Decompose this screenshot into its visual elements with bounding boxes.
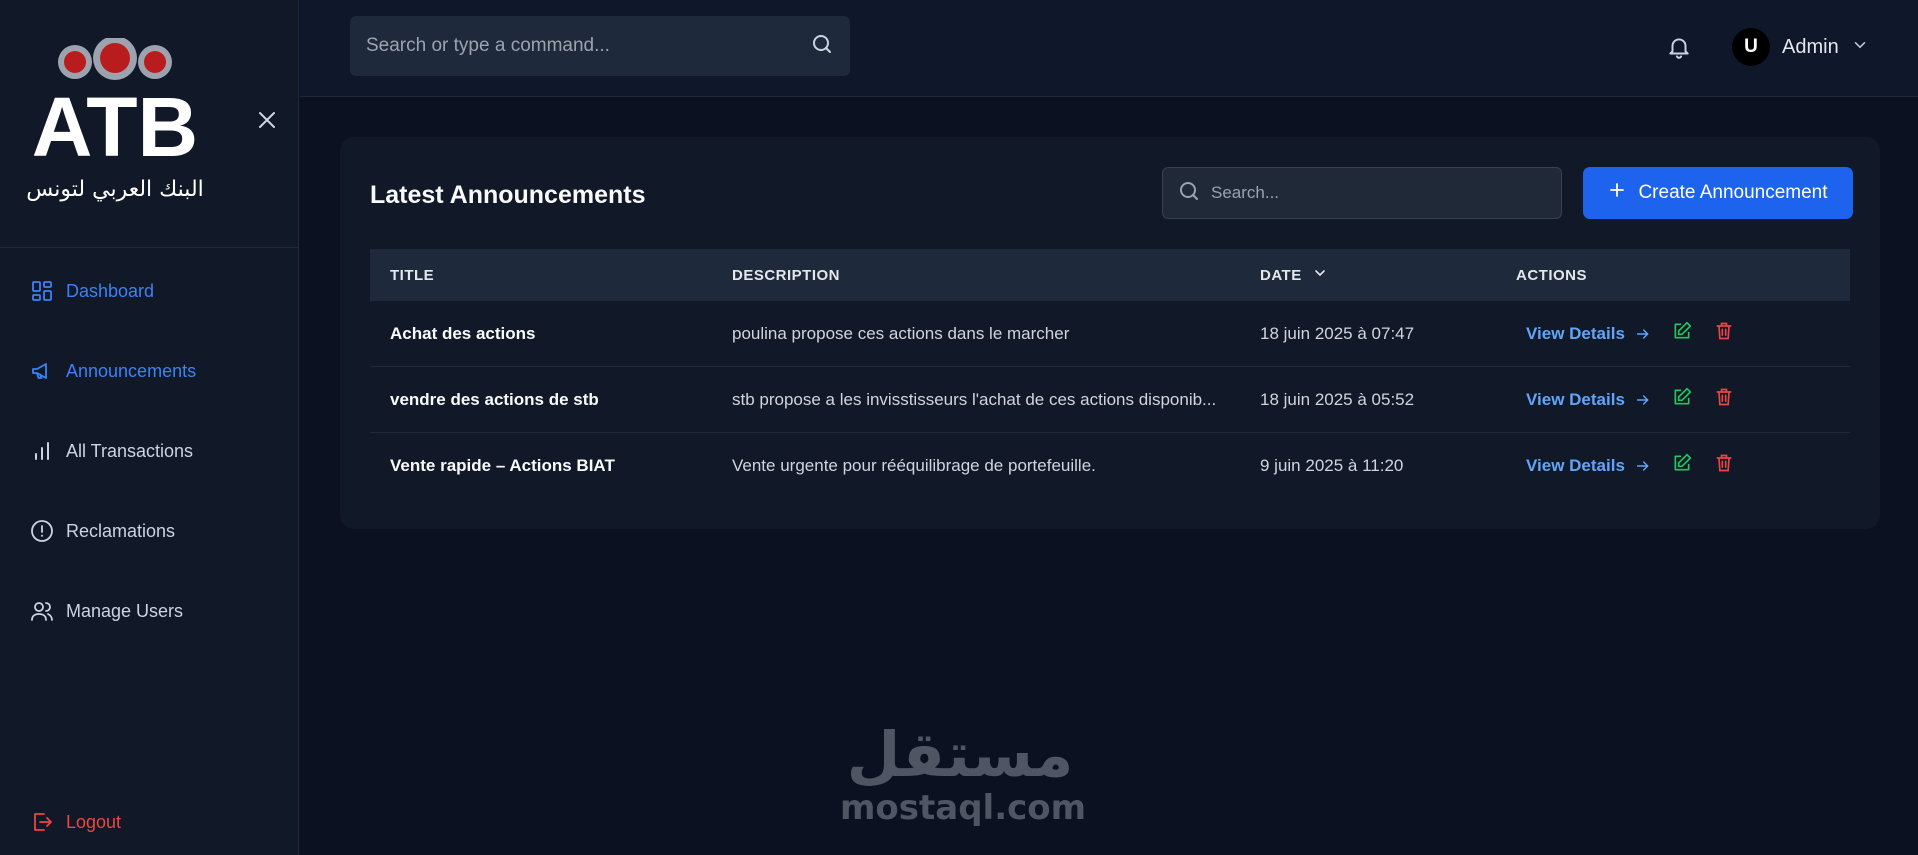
row-actions: View Details — [1496, 387, 1850, 410]
sidebar-item-label: All Transactions — [66, 440, 194, 461]
sidebar-item-announcements[interactable]: Announcements — [30, 356, 196, 386]
table-header: TITLE DESCRIPTION DATE ACTIONS — [370, 249, 1850, 301]
column-date[interactable]: DATE — [1240, 265, 1496, 285]
megaphone-icon — [30, 359, 54, 383]
trash-icon[interactable] — [1713, 386, 1735, 408]
avatar: U — [1732, 28, 1770, 66]
table-row: Achat des actions poulina propose ces ac… — [370, 301, 1850, 367]
column-title: TITLE — [390, 266, 435, 284]
user-menu[interactable]: U Admin — [1732, 26, 1869, 68]
bar-chart-icon — [30, 439, 54, 463]
dashboard-icon — [30, 279, 54, 303]
logo-area: ATB البنك العربي لتونس — [0, 0, 299, 248]
close-sidebar-icon[interactable] — [255, 108, 279, 132]
column-date-label: DATE — [1260, 266, 1302, 284]
row-title: vendre des actions de stb — [390, 389, 599, 409]
edit-icon[interactable] — [1671, 386, 1693, 408]
table-row: vendre des actions de stb stb propose a … — [370, 367, 1850, 433]
logout-label: Logout — [66, 811, 122, 832]
mostaql-watermark: مستقل mostaql.com — [840, 718, 1087, 840]
announcements-search[interactable] — [1162, 167, 1562, 219]
trash-icon[interactable] — [1713, 320, 1735, 342]
column-description: DESCRIPTION — [732, 266, 841, 284]
logout-icon — [30, 810, 54, 834]
view-details-label: View Details — [1526, 456, 1625, 475]
create-announcement-button[interactable]: Create Announcement — [1583, 167, 1853, 219]
card-title: Latest Announcements — [370, 181, 646, 209]
sidebar-item-all-transactions[interactable]: All Transactions — [30, 436, 193, 466]
row-actions: View Details — [1496, 453, 1850, 476]
row-description: stb propose a les invisstisseurs l'achat… — [732, 389, 1217, 409]
command-search[interactable] — [350, 16, 850, 76]
table-row: Vente rapide – Actions BIAT Vente urgent… — [370, 433, 1850, 499]
view-details-link[interactable]: View Details — [1526, 324, 1651, 344]
sidebar-item-dashboard[interactable]: Dashboard — [30, 276, 154, 306]
arrow-right-icon — [1636, 328, 1649, 339]
svg-text:ATB: ATB — [32, 80, 198, 174]
sidebar-item-label: Announcements — [66, 360, 197, 381]
view-details-link[interactable]: View Details — [1526, 390, 1651, 410]
row-title: Achat des actions — [390, 323, 536, 343]
row-date: 18 juin 2025 à 07:47 — [1260, 323, 1415, 343]
announcements-card: Latest Announcements Create Announcement… — [340, 137, 1880, 529]
announcements-search-input[interactable] — [1211, 183, 1547, 203]
row-title: Vente rapide – Actions BIAT — [390, 456, 615, 475]
topbar: U Admin — [300, 0, 1918, 97]
sidebar-item-label: Reclamations — [66, 520, 176, 541]
plus-icon — [1608, 181, 1626, 205]
sort-chevron-icon[interactable] — [1312, 265, 1328, 285]
search-icon[interactable] — [810, 32, 834, 61]
user-name: Admin — [1782, 35, 1839, 58]
row-date: 18 juin 2025 à 05:52 — [1260, 389, 1415, 409]
column-actions: ACTIONS — [1516, 266, 1587, 284]
view-details-label: View Details — [1526, 389, 1625, 409]
sidebar: ATB البنك العربي لتونس Dashboard Announc… — [0, 0, 299, 855]
row-description: Vente urgente pour rééquilibrage de port… — [732, 456, 1096, 475]
create-announcement-label: Create Announcement — [1638, 182, 1828, 203]
logout-button[interactable]: Logout — [30, 807, 121, 837]
atb-logo: ATB البنك العربي لتونس — [26, 38, 204, 202]
watermark-latin: mostaql.com — [840, 788, 1087, 828]
view-details-link[interactable]: View Details — [1526, 456, 1651, 476]
alert-circle-icon — [30, 519, 54, 543]
sidebar-item-manage-users[interactable]: Manage Users — [30, 596, 183, 626]
sidebar-item-reclamations[interactable]: Reclamations — [30, 516, 175, 546]
arrow-right-icon — [1636, 394, 1649, 405]
trash-icon[interactable] — [1713, 452, 1735, 474]
announcements-table: TITLE DESCRIPTION DATE ACTIONS Achat des… — [370, 249, 1850, 499]
svg-text:البنك العربي لتونس: البنك العربي لتونس — [26, 177, 204, 202]
bell-icon[interactable] — [1666, 34, 1692, 60]
chevron-down-icon — [1851, 36, 1869, 59]
row-date: 9 juin 2025 à 11:20 — [1260, 456, 1404, 475]
arrow-right-icon — [1636, 461, 1649, 471]
edit-icon[interactable] — [1671, 452, 1693, 474]
view-details-label: View Details — [1526, 323, 1625, 343]
command-search-input[interactable] — [366, 35, 810, 57]
sidebar-item-label: Manage Users — [66, 600, 184, 621]
edit-icon[interactable] — [1671, 320, 1693, 342]
watermark-arabic: مستقل — [846, 718, 1074, 791]
sidebar-item-label: Dashboard — [66, 280, 155, 301]
row-actions: View Details — [1496, 321, 1850, 344]
search-icon — [1177, 179, 1201, 208]
users-icon — [30, 599, 54, 623]
row-description: poulina propose ces actions dans le marc… — [732, 323, 1070, 343]
